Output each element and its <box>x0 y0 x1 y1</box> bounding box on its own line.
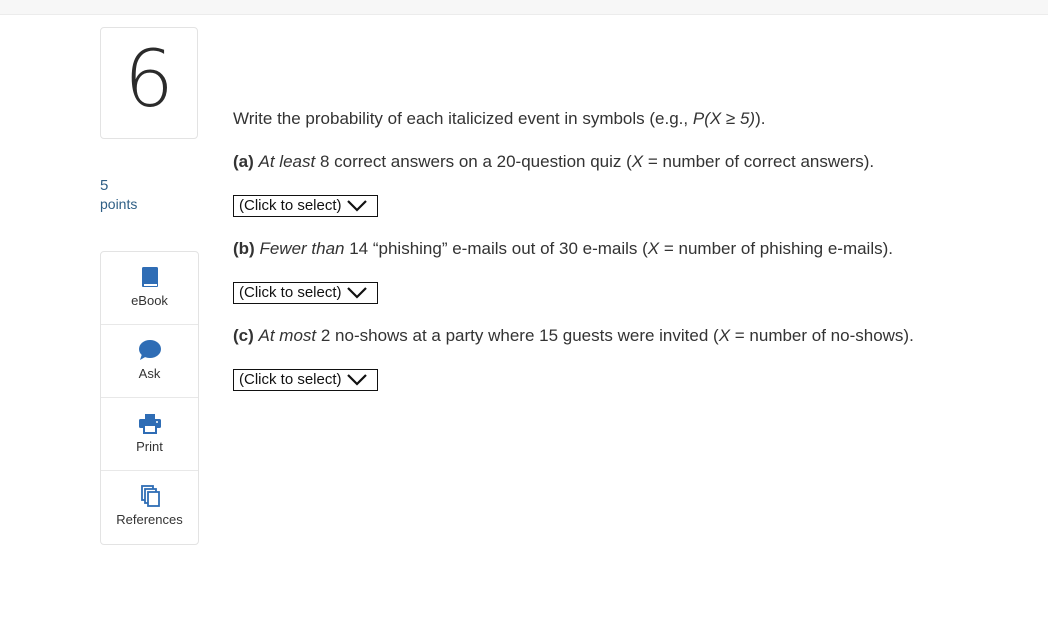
documents-icon <box>139 485 161 507</box>
tools-panel: eBook Ask Print References <box>100 251 199 545</box>
question-number: 6 <box>124 35 174 125</box>
part-a-body: 8 correct answers on a 20-question quiz … <box>315 152 632 171</box>
part-c-italic: At most <box>258 326 317 345</box>
points-info: 5 points <box>100 176 137 214</box>
part-b-select[interactable]: (Click to select) <box>233 282 378 304</box>
ebook-button[interactable]: eBook <box>101 252 198 325</box>
ask-label: Ask <box>138 366 161 381</box>
part-a-italic: At least <box>258 152 316 171</box>
chevron-down-icon <box>347 286 367 303</box>
part-b-tail: = number of phishing e-mails). <box>659 239 893 258</box>
prompt-text: Write the probability of each italicized… <box>233 109 693 128</box>
part-b-body: 14 “phishing” e-mails out of 30 e-mails … <box>344 239 648 258</box>
part-a-text: (a) At least 8 correct answers on a 20-q… <box>233 152 874 172</box>
part-a-letter: (a) <box>233 152 254 171</box>
part-c-text: (c) At most 2 no-shows at a party where … <box>233 326 914 346</box>
references-button[interactable]: References <box>101 471 198 544</box>
part-b-letter: (b) <box>233 239 255 258</box>
points-value: 5 <box>100 177 109 194</box>
ebook-icon <box>140 266 160 288</box>
print-button[interactable]: Print <box>101 398 198 471</box>
ebook-label: eBook <box>131 293 168 308</box>
part-b-text: (b) Fewer than 14 “phishing” e-mails out… <box>233 239 893 259</box>
references-label: References <box>116 512 183 527</box>
prompt-end: ). <box>755 109 766 128</box>
prompt-example: P(X ≥ 5) <box>692 109 756 128</box>
chat-bubble-icon <box>138 339 162 361</box>
part-c-var: X <box>718 326 731 345</box>
part-c-tail: = number of no-shows). <box>730 326 914 345</box>
part-a-tail: = number of correct answers). <box>643 152 875 171</box>
points-label: points <box>100 196 138 212</box>
part-b-var: X <box>647 239 660 258</box>
chevron-down-icon <box>347 199 367 216</box>
printer-icon <box>138 412 162 434</box>
ask-button[interactable]: Ask <box>101 325 198 398</box>
top-bar <box>0 0 1048 15</box>
part-a-var: X <box>631 152 644 171</box>
chevron-down-icon <box>347 373 367 390</box>
part-a-select-value: (Click to select) <box>239 197 342 214</box>
part-b-italic: Fewer than <box>259 239 345 258</box>
part-c-select[interactable]: (Click to select) <box>233 369 378 391</box>
part-a-select[interactable]: (Click to select) <box>233 195 378 217</box>
part-c-body: 2 no-shows at a party where 15 guests we… <box>316 326 719 345</box>
part-c-letter: (c) <box>233 326 254 345</box>
question-prompt: Write the probability of each italicized… <box>233 109 765 129</box>
part-c-select-value: (Click to select) <box>239 371 342 388</box>
question-number-box: 6 <box>100 27 198 139</box>
print-label: Print <box>136 439 163 454</box>
part-b-select-value: (Click to select) <box>239 284 342 301</box>
